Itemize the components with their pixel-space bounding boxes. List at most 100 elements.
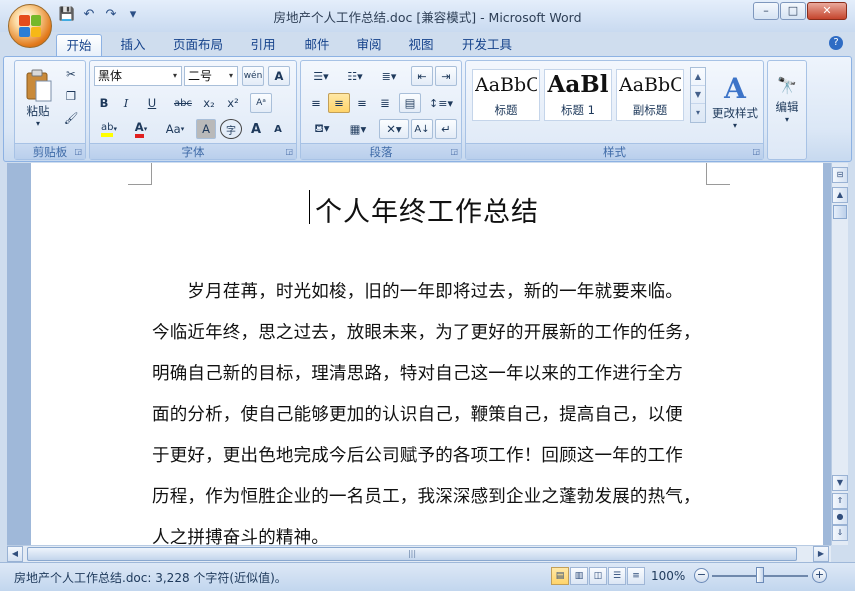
paragraph-line[interactable]: 今临近年终，思之过去，放眼未来，为了更好的开展新的工作的任务， bbox=[152, 319, 701, 344]
next-page-icon[interactable]: ⇓ bbox=[832, 525, 848, 541]
tab-mailings[interactable]: 邮件 bbox=[294, 34, 340, 56]
tab-page-layout[interactable]: 页面布局 bbox=[164, 34, 232, 56]
chinese-layout-button[interactable]: ✕▾ bbox=[379, 119, 409, 139]
gallery-up-icon[interactable]: ▲ bbox=[691, 68, 705, 86]
shading-button[interactable]: ⛾▾ bbox=[305, 119, 339, 139]
minimize-button[interactable]: – bbox=[753, 2, 779, 20]
scroll-down-icon[interactable]: ▼ bbox=[832, 475, 848, 491]
paste-button[interactable]: 粘贴 ▾ bbox=[19, 63, 57, 133]
document-page[interactable]: 个人年终工作总结 岁月荏苒，时光如梭，旧的一年即将过去，新的一年就要来临。 今临… bbox=[31, 163, 823, 545]
align-left-button[interactable]: ≡ bbox=[305, 93, 327, 113]
zoom-slider-thumb[interactable] bbox=[756, 567, 764, 583]
scroll-up-icon[interactable]: ▲ bbox=[832, 187, 848, 203]
grow-font-button[interactable]: A bbox=[246, 119, 266, 139]
clear-formatting-button[interactable]: Aᵃ bbox=[250, 93, 272, 113]
align-right-button[interactable]: ≡ bbox=[351, 93, 373, 113]
align-center-button[interactable]: ≡ bbox=[328, 93, 350, 113]
show-marks-button[interactable]: ↵ bbox=[435, 119, 457, 139]
chevron-down-icon[interactable]: ▾ bbox=[169, 67, 181, 85]
paragraph-line[interactable]: 岁月荏苒，时光如梭，旧的一年即将过去，新的一年就要来临。 bbox=[152, 278, 683, 303]
strikethrough-button[interactable]: abc bbox=[170, 93, 196, 113]
copy-icon[interactable]: ❐ bbox=[61, 87, 81, 105]
web-layout-icon[interactable]: ◫ bbox=[589, 567, 607, 585]
subscript-button[interactable]: x₂ bbox=[198, 93, 220, 113]
style-title[interactable]: AaBbC 标题 bbox=[472, 69, 540, 121]
decrease-indent-button[interactable]: ⇤ bbox=[411, 66, 433, 86]
tab-view[interactable]: 视图 bbox=[398, 34, 444, 56]
format-painter-icon[interactable]: 🖌 bbox=[61, 109, 81, 127]
print-layout-icon[interactable]: ▤ bbox=[551, 567, 569, 585]
maximize-button[interactable]: □ bbox=[780, 2, 806, 20]
horizontal-scroll-thumb[interactable]: ||| bbox=[27, 547, 797, 561]
close-button[interactable]: ✕ bbox=[807, 2, 847, 20]
paragraph-line[interactable]: 于更好，更出色地完成今后公司赋予的各项工作！回顾这一年的工作 bbox=[152, 442, 683, 467]
horizontal-scrollbar[interactable]: ◀ ||| ▶ bbox=[7, 545, 831, 562]
font-color-icon: A bbox=[134, 120, 144, 138]
zoom-in-icon[interactable]: + bbox=[812, 568, 827, 583]
document-title[interactable]: 个人年终工作总结 bbox=[31, 190, 823, 229]
editing-button[interactable]: 🔭 编辑 ▾ bbox=[770, 67, 804, 133]
sort-button[interactable]: A↓ bbox=[411, 119, 433, 139]
zoom-out-icon[interactable]: − bbox=[694, 568, 709, 583]
zoom-level[interactable]: 100% bbox=[651, 569, 685, 583]
numbering-button[interactable]: ☷▾ bbox=[339, 66, 371, 86]
cut-icon[interactable]: ✂ bbox=[61, 65, 81, 83]
tab-insert[interactable]: 插入 bbox=[110, 34, 156, 56]
chevron-down-icon[interactable]: ▾ bbox=[225, 67, 237, 85]
tab-developer[interactable]: 开发工具 bbox=[452, 34, 522, 56]
character-border-button[interactable]: A bbox=[268, 66, 290, 86]
gallery-more-icon[interactable]: ▾ bbox=[691, 104, 705, 122]
paragraph-line[interactable]: 面的分析，使自己能够更加的认识自己，鞭策自己，提高自己，以便 bbox=[152, 401, 683, 426]
font-size-combo[interactable]: 二号 ▾ bbox=[184, 66, 238, 86]
office-button[interactable] bbox=[8, 4, 52, 48]
font-launcher-icon[interactable]: ◲ bbox=[285, 147, 293, 156]
change-case-button[interactable]: Aa ▾ bbox=[160, 119, 190, 139]
character-shading-button[interactable]: A bbox=[196, 119, 216, 139]
outline-icon[interactable]: ☰ bbox=[608, 567, 626, 585]
distributed-button[interactable]: ▤ bbox=[399, 93, 421, 113]
bullets-button[interactable]: ☰▾ bbox=[305, 66, 337, 86]
style-subtitle[interactable]: AaBbC 副标题 bbox=[616, 69, 684, 121]
increase-indent-button[interactable]: ⇥ bbox=[435, 66, 457, 86]
crop-mark-right bbox=[706, 163, 730, 185]
justify-button[interactable]: ≣ bbox=[374, 93, 396, 113]
styles-launcher-icon[interactable]: ◲ bbox=[752, 147, 760, 156]
highlight-button[interactable]: ab ▾ bbox=[94, 119, 124, 139]
font-color-button[interactable]: A ▾ bbox=[126, 119, 156, 139]
tab-home[interactable]: 开始 bbox=[56, 34, 102, 56]
style-heading-1[interactable]: AaBl 标题 1 bbox=[544, 69, 612, 121]
paste-dropdown-icon[interactable]: ▾ bbox=[36, 119, 40, 128]
underline-button[interactable]: U bbox=[138, 93, 166, 113]
italic-button[interactable]: I bbox=[116, 93, 136, 113]
help-icon[interactable]: ? bbox=[829, 36, 843, 50]
vertical-scrollbar[interactable]: ⊟ ▲ ▼ ⇑ ● ⇓ bbox=[831, 163, 848, 545]
paragraph-line[interactable]: 人之拼搏奋斗的精神。 bbox=[152, 524, 329, 545]
enclose-characters-button[interactable]: 字 bbox=[220, 119, 242, 139]
text-cursor bbox=[309, 190, 310, 224]
full-screen-reading-icon[interactable]: ▥ bbox=[570, 567, 588, 585]
phonetic-guide-button[interactable]: wén bbox=[242, 66, 264, 86]
tab-review[interactable]: 审阅 bbox=[346, 34, 392, 56]
scroll-right-icon[interactable]: ▶ bbox=[813, 546, 829, 562]
tab-references[interactable]: 引用 bbox=[240, 34, 286, 56]
document-info[interactable]: 房地产个人工作总结.doc: 3,228 个字符(近似值)。 bbox=[14, 569, 287, 586]
draft-icon[interactable]: ≡ bbox=[627, 567, 645, 585]
superscript-button[interactable]: x² bbox=[222, 93, 244, 113]
shrink-font-button[interactable]: A bbox=[268, 119, 288, 139]
gallery-down-icon[interactable]: ▼ bbox=[691, 86, 705, 104]
view-ruler-icon[interactable]: ⊟ bbox=[832, 167, 848, 183]
borders-button[interactable]: ▦▾ bbox=[341, 119, 375, 139]
paragraph-line[interactable]: 明确自己新的目标，理清思路，特对自己这一年以来的工作进行全方 bbox=[152, 360, 683, 385]
multilevel-list-button[interactable]: ≣▾ bbox=[373, 66, 405, 86]
line-spacing-button[interactable]: ↕≡▾ bbox=[425, 93, 457, 113]
select-browse-object-icon[interactable]: ● bbox=[832, 509, 848, 525]
paragraph-line[interactable]: 历程，作为恒胜企业的一名员工，我深深感到企业之蓬勃发展的热气， bbox=[152, 483, 701, 508]
font-name-combo[interactable]: 黑体 ▾ bbox=[94, 66, 182, 86]
vertical-scroll-thumb[interactable] bbox=[833, 205, 847, 219]
change-styles-button[interactable]: A 更改样式 ▾ bbox=[708, 65, 762, 137]
clipboard-launcher-icon[interactable]: ◲ bbox=[74, 147, 82, 156]
bold-button[interactable]: B bbox=[94, 93, 114, 113]
scroll-left-icon[interactable]: ◀ bbox=[7, 546, 23, 562]
previous-page-icon[interactable]: ⇑ bbox=[832, 493, 848, 509]
paragraph-launcher-icon[interactable]: ◲ bbox=[450, 147, 458, 156]
